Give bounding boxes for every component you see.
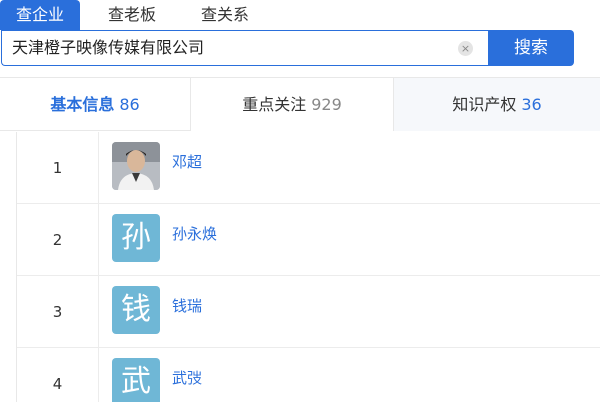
person-name-link[interactable]: 孙永焕 <box>172 223 217 244</box>
tab-label: 重点关注 <box>242 95 307 114</box>
person-photo-icon <box>112 142 160 190</box>
tab-label: 知识产权 <box>452 95 517 114</box>
tab-count: 36 <box>521 95 542 114</box>
tab-boss[interactable]: 查老板 <box>108 0 156 30</box>
person-name-link[interactable]: 邓超 <box>172 151 202 172</box>
search-button[interactable]: 搜索 <box>488 30 574 66</box>
avatar[interactable]: 武 <box>112 358 160 402</box>
stat-tabs: 基本信息 86 重点关注 929 知识产权 36 <box>0 77 600 131</box>
tab-company[interactable]: 查企业 <box>0 0 80 30</box>
table-row: 3 钱 钱瑞 <box>17 276 600 348</box>
person-name-link[interactable]: 钱瑞 <box>172 295 202 316</box>
row-index: 4 <box>17 348 99 402</box>
tab-key-attention[interactable]: 重点关注 929 <box>190 78 394 131</box>
tab-intellectual-property[interactable]: 知识产权 36 <box>394 78 600 131</box>
tab-label: 基本信息 <box>50 95 115 114</box>
tab-basic-info[interactable]: 基本信息 86 <box>0 78 190 131</box>
avatar-photo[interactable] <box>112 142 160 190</box>
person-name-link[interactable]: 武弢 <box>172 367 202 388</box>
tab-count: 86 <box>119 95 140 114</box>
left-margin <box>0 132 16 402</box>
people-table: 1 邓超 2 孙 孙永焕 3 钱 钱瑞 4 武 武弢 <box>16 132 600 402</box>
search-type-tabs: 查企业 查老板 查关系 <box>0 0 600 30</box>
search-input-wrapper: × <box>1 30 488 66</box>
row-index: 2 <box>17 204 99 276</box>
table-row: 4 武 武弢 <box>17 348 600 402</box>
table-row: 2 孙 孙永焕 <box>17 204 600 276</box>
avatar[interactable]: 孙 <box>112 214 160 262</box>
search-bar: × 搜索 <box>1 30 574 66</box>
avatar[interactable]: 钱 <box>112 286 160 334</box>
tab-count: 929 <box>311 95 342 114</box>
row-index: 3 <box>17 276 99 348</box>
tab-relation[interactable]: 查关系 <box>201 0 249 30</box>
clear-icon[interactable]: × <box>458 41 473 56</box>
table-row: 1 邓超 <box>17 132 600 204</box>
search-input[interactable] <box>12 31 442 65</box>
row-index: 1 <box>17 132 99 204</box>
